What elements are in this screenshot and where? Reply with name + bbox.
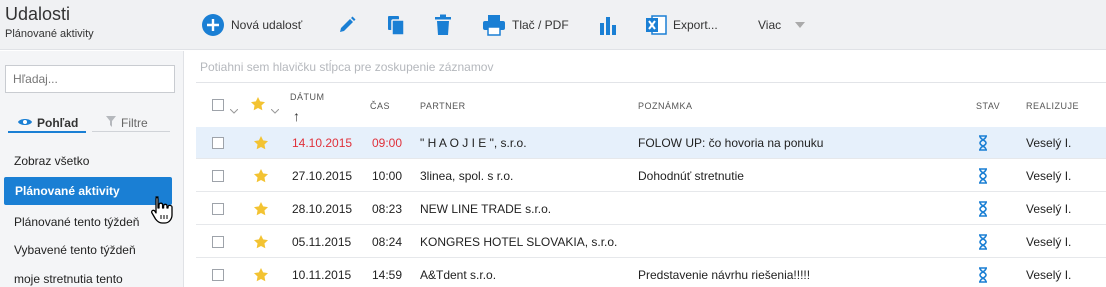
table-row[interactable]: 05.11.2015 08:24 KONGRES HOTEL SLOVAKIA,…	[196, 226, 1106, 258]
star-icon[interactable]	[253, 201, 269, 220]
tab-filters[interactable]: Filtre	[106, 113, 148, 133]
trash-icon	[434, 14, 452, 36]
hourglass-icon	[978, 168, 988, 187]
copy-icon	[386, 14, 406, 36]
delete-button[interactable]	[434, 0, 452, 50]
hand-cursor-icon	[150, 195, 174, 228]
row-checkbox[interactable]	[212, 137, 224, 149]
cell-time: 14:59	[372, 268, 403, 282]
tab-filters-label: Filtre	[121, 116, 148, 130]
hourglass-icon	[978, 135, 988, 154]
tab-view-label: Pohľad	[37, 116, 79, 130]
star-icon[interactable]	[253, 267, 269, 286]
select-all-checkbox[interactable]	[212, 99, 224, 111]
sidebar-item-my-meetings[interactable]: moje stretnutia tento	[14, 272, 123, 286]
top-toolbar: Udalosti Plánované aktivity Nová udalosť…	[0, 0, 1106, 50]
column-header-status[interactable]: STAV	[976, 101, 1000, 111]
cell-partner: KONGRES HOTEL SLOVAKIA, s.r.o.	[420, 235, 618, 249]
star-header-icon[interactable]	[250, 96, 266, 115]
sidebar-item-label: Plánované aktivity	[15, 184, 120, 198]
sidebar-item-done-this-week[interactable]: Vybavené tento týždeň	[14, 243, 136, 257]
page-subtitle: Plánované aktivity	[5, 28, 94, 40]
cell-date: 10.11.2015	[292, 268, 352, 282]
cell-note: FOLOW UP: čo hovoria na ponuku	[638, 136, 824, 150]
star-icon[interactable]	[253, 234, 269, 253]
tab-divider	[92, 131, 170, 132]
row-checkbox[interactable]	[212, 203, 224, 215]
new-event-button[interactable]: Nová udalosť	[201, 0, 302, 50]
cell-partner: A&Tdent s.r.o.	[420, 268, 497, 282]
print-pdf-label: Tlač / PDF	[512, 18, 569, 32]
cell-date: 05.11.2015	[292, 235, 352, 249]
hourglass-icon	[978, 267, 988, 286]
column-header-note[interactable]: POZNÁMKA	[638, 101, 693, 111]
cell-partner: NEW LINE TRADE s.r.o.	[420, 202, 552, 216]
more-label: Viac	[758, 18, 782, 32]
star-icon[interactable]	[253, 168, 269, 187]
cell-realizes: Veselý I.	[1026, 169, 1072, 183]
cell-time: 10:00	[372, 169, 403, 183]
plus-circle-icon	[201, 13, 225, 37]
more-dropdown[interactable]: Viac	[758, 0, 806, 50]
cell-date: 27.10.2015	[292, 169, 353, 183]
search-input[interactable]	[5, 65, 175, 93]
cell-realizes: Veselý I.	[1026, 136, 1072, 150]
cell-partner: " H A O J I E ", s.r.o.	[420, 136, 527, 150]
chevron-down-icon[interactable]	[270, 103, 280, 117]
column-header-partner[interactable]: PARTNER	[420, 101, 466, 111]
sidebar-item-show-all[interactable]: Zobraz všetko	[14, 154, 89, 168]
cell-time: 09:00	[372, 136, 403, 150]
cell-realizes: Veselý I.	[1026, 268, 1072, 282]
column-header-realizes[interactable]: REALIZUJE	[1026, 101, 1079, 111]
chevron-down-icon[interactable]	[229, 103, 239, 117]
cell-partner: 3linea, spol. s r.o.	[420, 169, 514, 183]
sidebar-item-planned-this-week[interactable]: Plánované tento týždeň	[14, 215, 139, 229]
active-tab-indicator	[8, 131, 86, 133]
cell-time: 08:24	[372, 235, 403, 249]
sidebar-item-planned-activities[interactable]: Plánované aktivity	[4, 177, 172, 205]
row-checkbox[interactable]	[212, 170, 224, 182]
print-pdf-button[interactable]: Tlač / PDF	[482, 0, 569, 50]
sort-ascending-icon: ↑	[293, 108, 300, 124]
cell-realizes: Veselý I.	[1026, 235, 1072, 249]
new-event-label: Nová udalosť	[231, 18, 303, 32]
page-title: Udalosti	[5, 4, 71, 24]
tab-view[interactable]: Pohľad	[18, 113, 78, 133]
chart-button[interactable]	[598, 0, 618, 50]
hourglass-icon	[978, 234, 988, 253]
bar-chart-icon	[598, 15, 618, 35]
cell-date: 14.10.2015	[292, 136, 353, 150]
group-by-hint: Potiahni sem hlavičku stĺpca pre zoskupe…	[200, 60, 494, 74]
export-label: Export...	[673, 18, 718, 32]
excel-icon	[645, 15, 667, 35]
cell-time: 08:23	[372, 202, 403, 216]
filter-icon	[106, 116, 116, 130]
table-row[interactable]: 10.11.2015 14:59 A&Tdent s.r.o. Predstav…	[196, 259, 1106, 287]
cell-realizes: Veselý I.	[1026, 202, 1072, 216]
cell-date: 28.10.2015	[292, 202, 353, 216]
cell-note: Predstavenie návrhu riešenia!!!!!	[638, 268, 811, 282]
hourglass-icon	[978, 201, 988, 220]
cell-note: Dohodnúť stretnutie	[638, 169, 744, 183]
star-icon[interactable]	[253, 135, 269, 154]
pencil-icon	[337, 15, 357, 35]
table-row[interactable]: 14.10.2015 09:00 " H A O J I E ", s.r.o.…	[196, 127, 1106, 159]
column-header-time[interactable]: ČAS	[370, 101, 390, 111]
copy-button[interactable]	[386, 0, 406, 50]
table-row[interactable]: 27.10.2015 10:00 3linea, spol. s r.o. Do…	[196, 160, 1106, 192]
edit-button[interactable]	[337, 0, 357, 50]
export-button[interactable]: Export...	[645, 0, 718, 50]
header-divider	[196, 82, 1106, 83]
table-row[interactable]: 28.10.2015 08:23 NEW LINE TRADE s.r.o. V…	[196, 193, 1106, 225]
row-checkbox[interactable]	[212, 236, 224, 248]
printer-icon	[482, 14, 506, 36]
row-checkbox[interactable]	[212, 269, 224, 281]
column-header-date[interactable]: DÁTUM	[290, 92, 325, 102]
eye-icon	[18, 116, 32, 130]
sidebar: Pohľad Filtre Zobraz všetko Plánované ak…	[0, 51, 184, 287]
chevron-down-icon	[795, 22, 806, 28]
